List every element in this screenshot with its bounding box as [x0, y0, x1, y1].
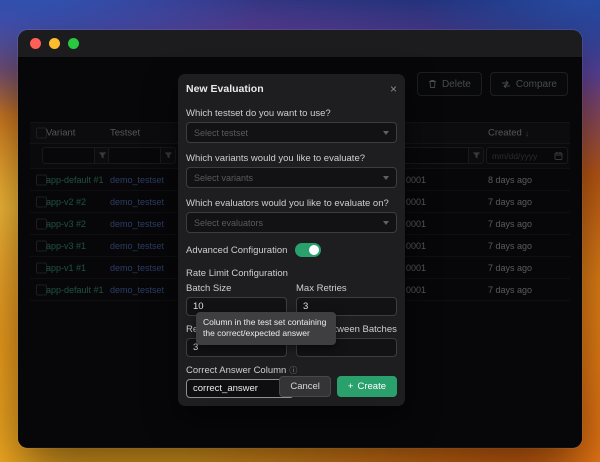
batch-size-label: Batch Size — [186, 283, 287, 294]
modal-title: New Evaluation — [186, 83, 264, 95]
variants-select-placeholder: Select variants — [194, 173, 253, 183]
testset-select-placeholder: Select testset — [194, 128, 248, 138]
advanced-configuration-label: Advanced Configuration — [186, 245, 287, 256]
create-button[interactable]: + Create — [337, 376, 397, 397]
traffic-light-close-button[interactable] — [30, 38, 41, 49]
app-window: Delete Compare Variant Testset Created ↓ — [18, 30, 582, 448]
traffic-light-minimize-button[interactable] — [49, 38, 60, 49]
correct-answer-input[interactable] — [186, 379, 294, 398]
max-retries-label: Max Retries — [296, 283, 397, 294]
create-button-label: Create — [357, 381, 386, 392]
cancel-button[interactable]: Cancel — [279, 376, 331, 397]
new-evaluation-modal: New Evaluation × Which testset do you wa… — [178, 74, 405, 406]
traffic-light-zoom-button[interactable] — [68, 38, 79, 49]
close-icon[interactable]: × — [390, 83, 397, 95]
app-content: Delete Compare Variant Testset Created ↓ — [18, 58, 582, 447]
toggle-knob — [309, 245, 319, 255]
tooltip: Column in the test set containing the co… — [196, 312, 336, 345]
plus-icon: + — [348, 381, 354, 392]
modal-header: New Evaluation × — [186, 80, 397, 98]
chevron-down-icon — [383, 221, 389, 225]
chevron-down-icon — [383, 176, 389, 180]
modal-footer: Cancel + Create — [279, 376, 397, 397]
correct-answer-label: Correct Answer Column ⓘ — [186, 365, 397, 376]
info-icon[interactable]: ⓘ — [289, 365, 297, 376]
evaluators-question-label: Which evaluators would you like to evalu… — [186, 198, 397, 209]
variants-question-label: Which variants would you like to evaluat… — [186, 153, 397, 164]
testset-select[interactable]: Select testset — [186, 122, 397, 143]
advanced-config-toggle[interactable] — [295, 243, 321, 257]
rate-limit-section-label: Rate Limit Configuration — [186, 268, 397, 279]
variants-select[interactable]: Select variants — [186, 167, 397, 188]
chevron-down-icon — [383, 131, 389, 135]
testset-question-label: Which testset do you want to use? — [186, 108, 397, 119]
correct-answer-label-text: Correct Answer Column — [186, 365, 286, 376]
window-titlebar[interactable] — [18, 30, 582, 58]
evaluators-select-placeholder: Select evaluators — [194, 218, 263, 228]
evaluators-select[interactable]: Select evaluators — [186, 212, 397, 233]
advanced-configuration-row: Advanced Configuration — [186, 243, 397, 257]
